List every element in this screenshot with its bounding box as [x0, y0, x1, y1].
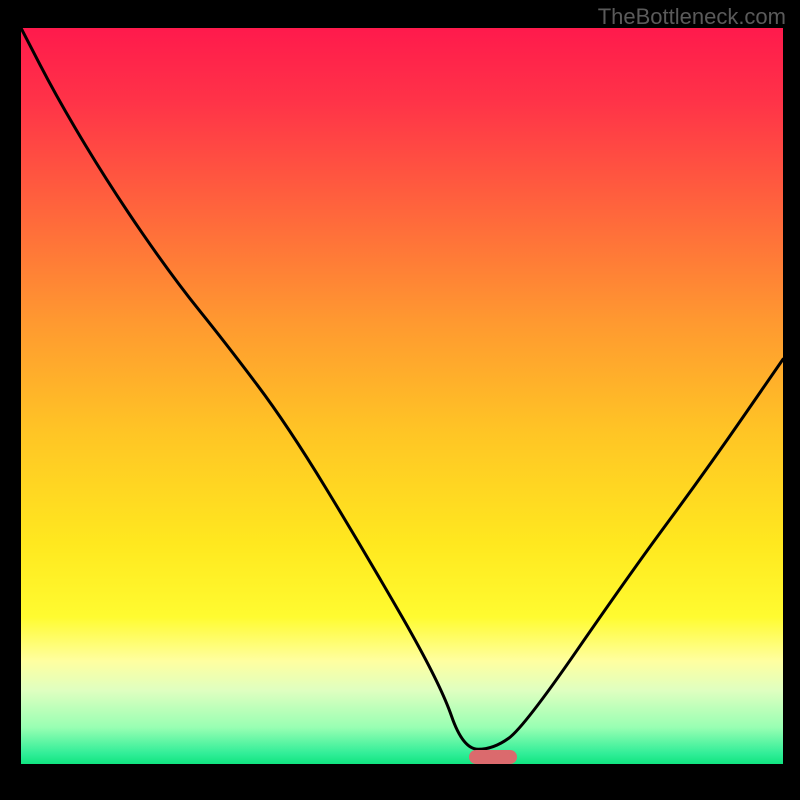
watermark-text: TheBottleneck.com: [598, 4, 786, 30]
plot-area: [21, 28, 783, 764]
bottleneck-curve: [21, 28, 783, 764]
optimal-marker: [469, 750, 517, 764]
